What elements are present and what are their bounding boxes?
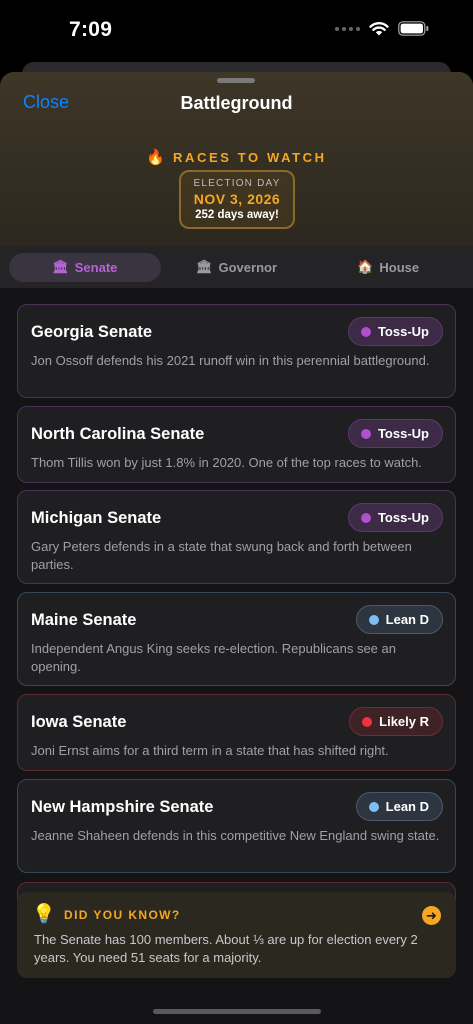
capitol-icon: 🏛: [52, 259, 69, 274]
rating-dot-icon: [360, 512, 371, 523]
rating-dot-icon: [362, 716, 373, 727]
rating-badge: Lean D: [355, 605, 443, 634]
sheet-header: Close Battleground 🔥 RACES TO WATCH ELEC…: [0, 72, 473, 246]
rating-badge: Toss-Up: [347, 419, 443, 448]
race-card-new-hampshire[interactable]: New Hampshire Senate Lean D Jeanne Shahe…: [17, 779, 456, 873]
tab-label: House: [379, 259, 420, 275]
status-time: 7:09: [69, 18, 113, 41]
race-title: Michigan Senate: [31, 509, 162, 527]
race-title: North Carolina Senate: [31, 425, 205, 443]
sheet-grabber[interactable]: [217, 78, 255, 83]
tab-label: Governor: [218, 259, 278, 275]
election-day-countdown: ELECTION DAY NOV 3, 2026 252 days away!: [179, 170, 295, 229]
tab-house[interactable]: 🏠 House: [312, 253, 464, 282]
chamber-tabs: 🏛 Senate 🏛 Governor 🏠 House: [0, 246, 473, 288]
tab-governor[interactable]: 🏛 Governor: [161, 253, 313, 282]
race-card-maine[interactable]: Maine Senate Lean D Independent Angus Ki…: [17, 592, 456, 686]
home-indicator: [153, 1009, 321, 1014]
rating-badge: Likely R: [349, 707, 443, 736]
rating-badge: Toss-Up: [347, 317, 443, 346]
lightbulb-icon: 💡: [32, 904, 56, 925]
race-title: New Hampshire Senate: [31, 798, 214, 816]
did-you-know-card[interactable]: 💡 DID YOU KNOW? ➜ The Senate has 100 mem…: [17, 892, 456, 978]
rating-dot-icon: [360, 326, 371, 337]
race-card-iowa[interactable]: Iowa Senate Likely R Joni Ernst aims for…: [17, 694, 456, 771]
capitol-icon: 🏛: [195, 259, 213, 274]
race-list[interactable]: Georgia Senate Toss-Up Jon Ossoff defend…: [0, 288, 473, 1024]
battery-icon: [398, 21, 429, 36]
race-card-north-carolina[interactable]: North Carolina Senate Toss-Up Thom Tilli…: [17, 406, 456, 483]
race-card-georgia[interactable]: Georgia Senate Toss-Up Jon Ossoff defend…: [17, 304, 456, 398]
rating-dot-icon: [368, 801, 379, 812]
race-description: Jon Ossoff defends his 2021 runoff win i…: [31, 353, 430, 368]
tab-senate[interactable]: 🏛 Senate: [9, 252, 161, 282]
race-card-michigan[interactable]: Michigan Senate Toss-Up Gary Peters defe…: [17, 490, 456, 584]
race-title: Maine Senate: [31, 611, 137, 629]
races-to-watch-label: RACES TO WATCH: [173, 149, 327, 165]
race-description: Joni Ernst aims for a third term in a st…: [31, 743, 389, 758]
wifi-icon: [369, 22, 389, 36]
race-description: Gary Peters defends in a state that swun…: [31, 539, 412, 572]
house-icon: 🏠: [357, 259, 374, 274]
tab-label: Senate: [74, 259, 118, 275]
election-day-label: ELECTION DAY: [193, 178, 281, 189]
race-description: Jeanne Shaheen defends in this competiti…: [31, 828, 440, 843]
tip-title: DID YOU KNOW?: [64, 908, 181, 922]
election-date: NOV 3, 2026: [193, 191, 281, 207]
rating-badge: Lean D: [355, 792, 443, 821]
rating-dot-icon: [368, 614, 379, 625]
arrow-right-icon[interactable]: ➜: [422, 906, 441, 925]
race-title: Georgia Senate: [31, 323, 153, 341]
battleground-sheet: Close Battleground 🔥 RACES TO WATCH ELEC…: [0, 72, 473, 1024]
race-description: Thom Tillis won by just 1.8% in 2020. On…: [31, 455, 422, 470]
race-title: Iowa Senate: [31, 713, 127, 731]
page-title: Battleground: [180, 93, 293, 113]
status-bar: 7:09: [0, 0, 473, 62]
rating-badge: Toss-Up: [347, 503, 443, 532]
days-away-count: 252 days away!: [195, 209, 279, 221]
flame-icon: 🔥: [146, 149, 166, 166]
rating-dot-icon: [360, 428, 371, 439]
tip-text: The Senate has 100 members. About ⅓ are …: [34, 932, 418, 965]
races-to-watch-heading: 🔥 RACES TO WATCH: [0, 148, 473, 166]
race-description: Independent Angus King seeks re-election…: [31, 641, 396, 674]
cellular-signal-icon: [335, 26, 360, 31]
status-icons: [335, 21, 429, 36]
